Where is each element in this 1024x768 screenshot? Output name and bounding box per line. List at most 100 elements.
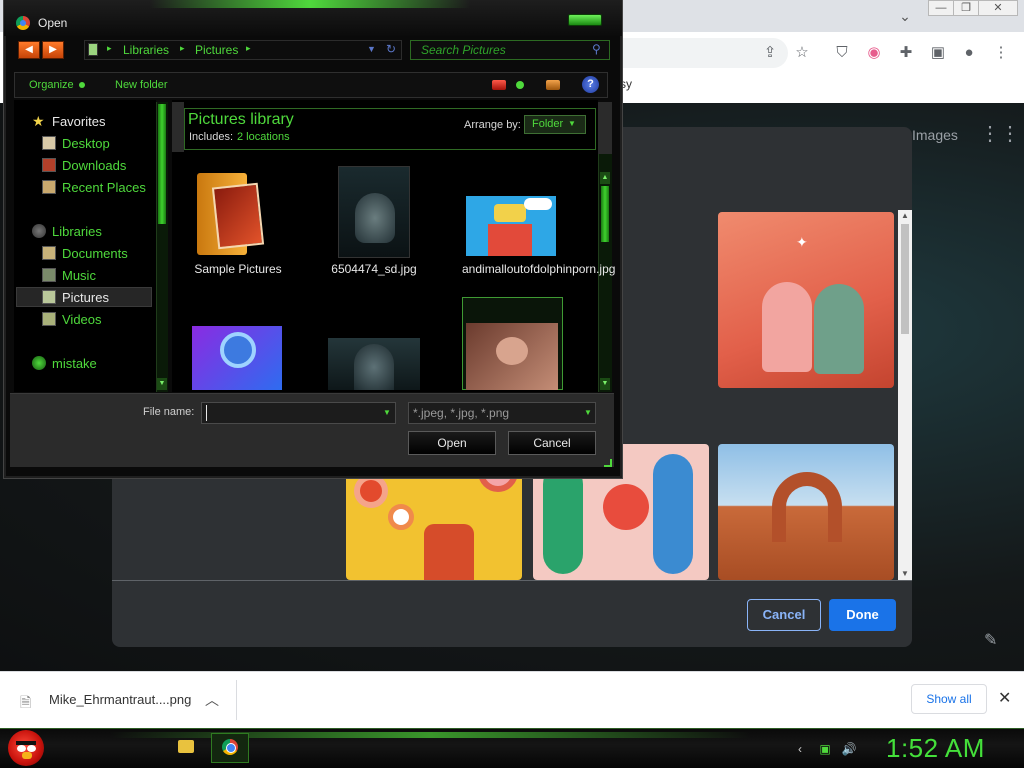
share-icon[interactable]: ⇪ xyxy=(759,42,781,64)
folder-photo xyxy=(211,182,265,250)
dialog-divider xyxy=(112,580,912,581)
bookmark-star-icon[interactable]: ☆ xyxy=(791,42,813,64)
thumbnails-scrollbar-thumb[interactable] xyxy=(901,224,909,334)
taskbar-glow xyxy=(110,732,750,738)
chrome-menu-icon[interactable]: ⋮ xyxy=(990,42,1012,64)
forward-arrow-icon[interactable]: ▶ xyxy=(42,41,64,59)
breadcrumb-pictures[interactable]: Pictures xyxy=(195,43,238,57)
show-all-downloads-button[interactable]: Show all xyxy=(911,684,987,714)
pane-splitter[interactable] xyxy=(172,102,184,152)
music-icon xyxy=(42,268,56,282)
nav-downloads[interactable]: Downloads xyxy=(14,155,154,175)
customize-cancel-button[interactable]: Cancel xyxy=(747,599,821,631)
file-thumbnail-badge[interactable] xyxy=(192,326,282,390)
library-locations-link[interactable]: 2 locations xyxy=(237,131,290,143)
start-button-angry-bird-icon[interactable] xyxy=(8,730,44,766)
scroll-down-arrow-icon[interactable]: ▼ xyxy=(898,568,912,580)
libraries-icon xyxy=(32,224,46,238)
minimize-button[interactable]: — xyxy=(928,0,954,16)
extension-flag-icon[interactable]: ◉ xyxy=(863,42,885,64)
badge-circle xyxy=(220,332,256,368)
preview-pane-icon[interactable] xyxy=(546,80,560,90)
change-view-icon[interactable] xyxy=(492,80,506,90)
breadcrumb-libraries[interactable]: Libraries xyxy=(123,43,169,57)
nav-label: Libraries xyxy=(52,224,102,239)
images-link[interactable]: Images xyxy=(912,127,958,143)
breadcrumb-separator-icon[interactable]: ▸ xyxy=(180,43,185,54)
file-name-dropdown-icon[interactable]: ▼ xyxy=(380,404,394,422)
file-type-value: *.jpeg, *.jpg, *.png xyxy=(413,406,510,420)
creature-shape xyxy=(424,524,474,580)
face-shape xyxy=(355,193,395,243)
scroll-down-arrow-icon[interactable]: ▼ xyxy=(600,378,610,390)
organize-button[interactable]: Organize xyxy=(29,79,74,91)
nav-label: mistake xyxy=(52,356,97,371)
comic-head xyxy=(494,204,526,222)
thumbnail-friends-illustration[interactable]: ✦ xyxy=(718,212,894,388)
nav-music[interactable]: Music xyxy=(14,265,154,285)
file-thumbnail-face[interactable] xyxy=(328,338,420,390)
nav-mistake[interactable]: mistake xyxy=(14,353,154,373)
volume-icon[interactable]: 🔊 xyxy=(841,741,857,757)
bird-eye xyxy=(27,745,36,752)
edit-pencil-icon[interactable]: ✎ xyxy=(984,630,997,650)
nav-label: Downloads xyxy=(62,158,127,173)
bird-eye xyxy=(17,745,26,752)
nav-label: Favorites xyxy=(52,114,106,129)
tab-search-chevron-icon[interactable]: ⌄ xyxy=(896,7,914,25)
refresh-icon[interactable]: ↻ xyxy=(386,42,396,56)
address-dropdown-icon[interactable]: ▼ xyxy=(367,44,376,54)
chrome-icon xyxy=(222,739,238,755)
chevron-down-icon: ▼ xyxy=(584,408,592,417)
breadcrumb-separator-icon[interactable]: ▸ xyxy=(107,43,112,54)
show-hidden-icons-chevron-icon[interactable]: ‹ xyxy=(792,741,808,757)
taskbar-clock[interactable]: 1:52 AM xyxy=(886,733,985,764)
nav-pictures[interactable]: Pictures xyxy=(14,287,154,307)
nav-videos[interactable]: Videos xyxy=(14,309,154,329)
search-icon[interactable]: ⚲ xyxy=(592,42,601,56)
titlebar-glow xyxy=(150,0,470,8)
network-monitor-icon[interactable]: ▣ xyxy=(817,741,833,757)
file-thumbnail-photo[interactable] xyxy=(466,323,558,390)
organize-dropdown-icon xyxy=(79,82,85,88)
download-options-chevron-icon[interactable]: ︿ xyxy=(205,690,219,710)
close-download-shelf-icon[interactable]: ✕ xyxy=(998,688,1011,708)
download-file-name[interactable]: Mike_Ehrmantraut....png xyxy=(49,692,191,707)
folder-icon xyxy=(197,169,265,257)
nav-libraries[interactable]: Libraries xyxy=(14,221,154,241)
scroll-down-arrow-icon[interactable]: ▼ xyxy=(157,378,167,390)
customize-done-button[interactable]: Done xyxy=(829,599,896,631)
open-button[interactable]: Open xyxy=(408,431,496,455)
nav-label: Desktop xyxy=(62,136,110,151)
nav-documents[interactable]: Documents xyxy=(14,243,154,263)
cancel-button[interactable]: Cancel xyxy=(508,431,596,455)
pictures-icon xyxy=(42,290,56,304)
side-panel-icon[interactable]: ▣ xyxy=(927,42,949,64)
scroll-up-arrow-icon[interactable]: ▲ xyxy=(600,172,610,184)
window-close-button[interactable]: ✕ xyxy=(978,0,1018,16)
back-arrow-icon[interactable]: ◀ xyxy=(18,41,40,59)
dialog-close-button[interactable] xyxy=(568,14,602,26)
extensions-puzzle-icon[interactable]: ✚ xyxy=(895,42,917,64)
new-folder-button[interactable]: New folder xyxy=(115,79,168,91)
arrange-by-label: Arrange by: xyxy=(464,119,521,131)
file-list-scrollbar-thumb[interactable] xyxy=(601,186,609,242)
nav-favorites[interactable]: ★ Favorites xyxy=(14,111,154,131)
library-includes-label: Includes: xyxy=(189,131,234,143)
nav-recent-places[interactable]: Recent Places xyxy=(14,177,154,197)
resize-grip[interactable] xyxy=(604,459,612,467)
leaf-shape xyxy=(653,454,693,574)
restore-button[interactable]: ❐ xyxy=(953,0,979,16)
file-name-input[interactable] xyxy=(201,402,396,424)
breadcrumb-separator-icon[interactable]: ▸ xyxy=(246,43,251,54)
chrome-icon xyxy=(16,16,30,30)
profile-avatar-icon[interactable]: ● xyxy=(958,42,980,64)
scroll-up-arrow-icon[interactable]: ▲ xyxy=(898,210,912,222)
help-icon[interactable]: ? xyxy=(582,76,599,93)
thumbnail-arch-landscape[interactable] xyxy=(718,444,894,580)
ublock-extension-icon[interactable]: ⛉ xyxy=(831,42,853,64)
google-apps-icon[interactable]: ⋮⋮ xyxy=(980,124,1020,144)
view-options-icon[interactable] xyxy=(516,81,524,89)
nav-desktop[interactable]: Desktop xyxy=(14,133,154,153)
nav-pane-scrollbar-thumb[interactable] xyxy=(158,104,166,224)
